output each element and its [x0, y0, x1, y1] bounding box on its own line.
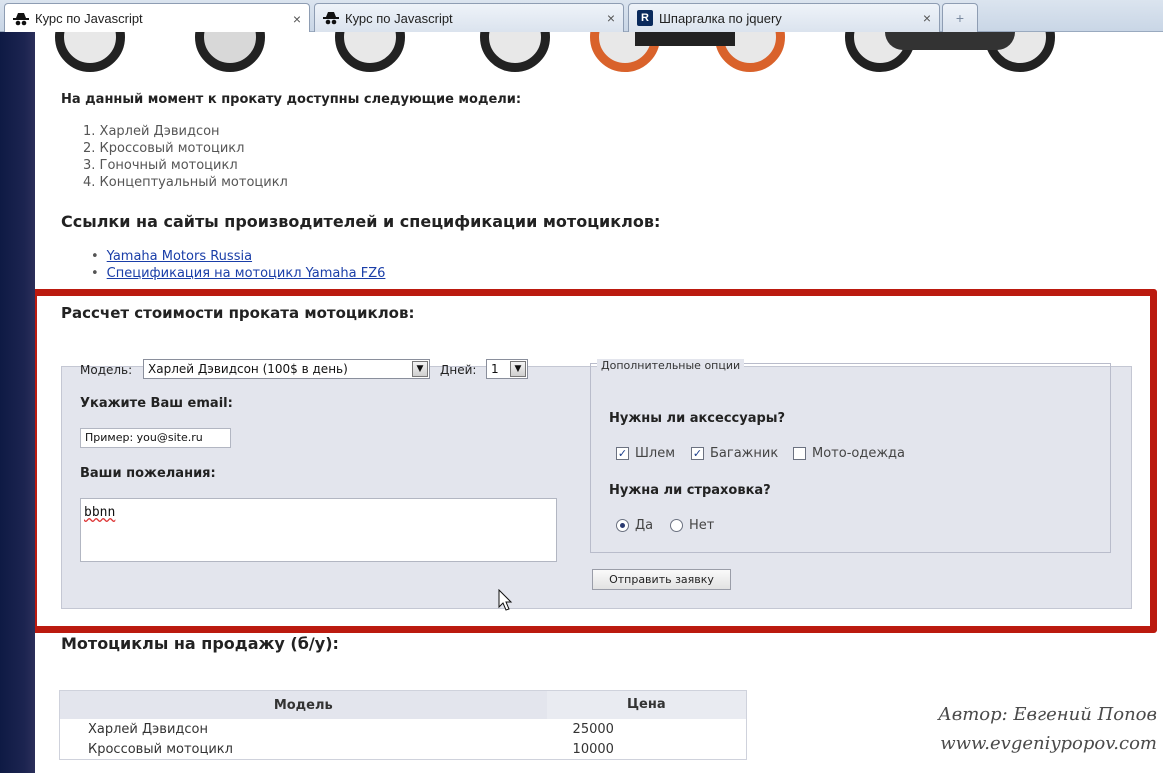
list-item: 3. Гоночный мотоцикл: [83, 158, 238, 173]
close-tab-icon[interactable]: ×: [607, 10, 615, 26]
links-heading: Ссылки на сайты производителей и специфи…: [61, 212, 661, 231]
browser-tab-bar: Курс по Javascript × Курс по Javascript …: [0, 0, 1163, 33]
extra-options-legend: Дополнительные опции: [597, 359, 745, 372]
table-row: Харлей Дэвидсон 25000: [88, 721, 614, 737]
radio-button[interactable]: [616, 519, 629, 532]
sale-table: Модель Цена Харлей Дэвидсон 25000 Кроссо…: [59, 690, 747, 760]
radio-insurance-no[interactable]: Нет: [670, 518, 714, 533]
accessories-question: Нужны ли аксессуары?: [609, 411, 786, 426]
list-item: • Yamaha Motors Russia: [91, 249, 253, 264]
checkbox[interactable]: [793, 447, 806, 460]
available-models-heading: На данный момент к прокату доступны след…: [61, 92, 522, 107]
model-label: Модель:: [80, 363, 133, 377]
page-content: На данный момент к прокату доступны след…: [35, 32, 1163, 773]
email-field[interactable]: Пример: you@site.ru: [80, 428, 231, 448]
mouse-cursor-icon: [498, 589, 513, 611]
tab-title: Курс по Javascript: [345, 10, 453, 26]
tab-kurs-javascript-1[interactable]: Курс по Javascript ×: [4, 3, 310, 33]
wishes-label: Ваши пожелания:: [80, 466, 216, 481]
radio-insurance-yes[interactable]: Да: [616, 518, 653, 533]
author-watermark: Автор: Евгений Попов www.evgeniypopov.co…: [938, 704, 1157, 754]
manufacturer-links: • Yamaha Motors Russia • Спецификация на м…: [91, 248, 385, 282]
tab-jquery-cheatsheet[interactable]: R Шпаргалка по jquery ×: [628, 3, 940, 32]
days-select[interactable]: 1 ▼: [486, 359, 528, 379]
window-left-edge: [0, 32, 35, 773]
table-header: Модель Цена: [60, 691, 746, 719]
spy-hat-icon: [13, 11, 29, 27]
radio-button[interactable]: [670, 519, 683, 532]
tab-title: Курс по Javascript: [35, 11, 143, 26]
column-header-model: Модель: [273, 697, 333, 713]
column-header-price: Цена: [546, 691, 746, 719]
table-row: Кроссовый мотоцикл 10000: [88, 741, 614, 757]
tab-title: Шпаргалка по jquery: [659, 10, 782, 26]
email-label: Укажите Ваш email:: [80, 396, 233, 411]
new-tab-button[interactable]: +: [942, 3, 978, 32]
sale-title: Мотоциклы на продажу (б/у):: [61, 634, 339, 653]
checkbox-moto-clothing[interactable]: Мото-одежда: [793, 446, 905, 461]
list-item: 2. Кроссовый мотоцикл: [83, 141, 245, 156]
insurance-question: Нужна ли страховка?: [609, 483, 771, 498]
link-yamaha-fz6-spec[interactable]: Спецификация на мотоцикл Yamaha FZ6: [107, 266, 386, 281]
rental-calc-title: Рассчет стоимости проката мотоциклов:: [61, 304, 415, 322]
chevron-down-icon: ▼: [412, 361, 428, 377]
tab-kurs-javascript-2[interactable]: Курс по Javascript ×: [314, 3, 624, 32]
list-item: 4. Концептуальный мотоцикл: [83, 175, 288, 190]
checkbox-trunk[interactable]: ✓ Багажник: [691, 446, 778, 461]
checkbox[interactable]: ✓: [616, 447, 629, 460]
close-tab-icon[interactable]: ×: [293, 11, 301, 27]
checkbox-helmet[interactable]: ✓ Шлем: [616, 446, 675, 461]
spy-hat-icon: [323, 10, 339, 26]
chevron-down-icon: ▼: [510, 361, 526, 377]
list-item: 1. Харлей Дэвидсон: [83, 124, 220, 139]
days-label: Дней:: [440, 363, 477, 377]
motorcycle-images: [35, 32, 1163, 72]
link-yamaha-russia[interactable]: Yamaha Motors Russia: [107, 249, 252, 264]
checkbox[interactable]: ✓: [691, 447, 704, 460]
model-select[interactable]: Харлей Дэвидсон (100$ в день) ▼: [143, 359, 430, 379]
models-list: 1. Харлей Дэвидсон 2. Кроссовый мотоцикл…: [83, 123, 288, 191]
submit-request-button[interactable]: Отправить заявку: [592, 569, 731, 590]
close-tab-icon[interactable]: ×: [923, 10, 931, 26]
jquery-site-icon: R: [637, 10, 653, 26]
list-item: • Спецификация на мотоцикл Yamaha FZ6: [91, 266, 386, 281]
wishes-textarea[interactable]: bbnn: [80, 498, 557, 562]
